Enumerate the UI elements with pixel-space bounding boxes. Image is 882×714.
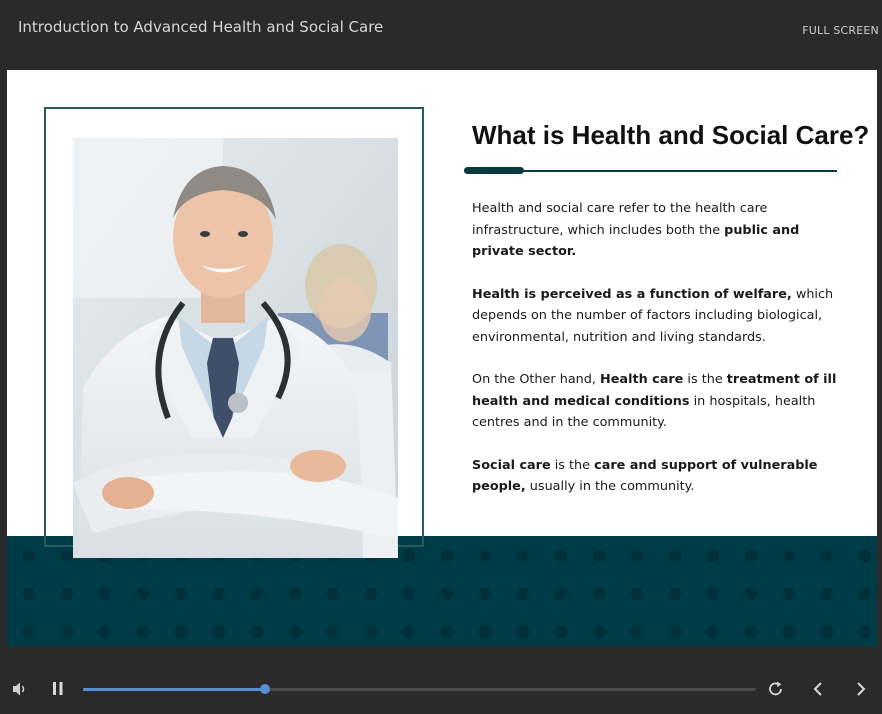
slide-title: What is Health and Social Care? [472,120,870,150]
top-bar: Introduction to Advanced Health and Soci… [0,0,882,58]
emphasis-text: Health is perceived as a function of wel… [472,286,792,302]
progress-bar[interactable] [83,684,756,694]
slide: What is Health and Social Care? Health a… [7,70,877,646]
body-text-run: is the [683,372,727,387]
emphasis-text: Health care [600,372,684,387]
pause-icon[interactable] [51,681,65,697]
body-paragraph: Health is perceived as a function of wel… [472,284,844,349]
volume-icon[interactable] [11,680,29,698]
progress-knob[interactable] [259,684,270,694]
course-title: Introduction to Advanced Health and Soci… [18,18,384,36]
emphasis-text: Social care [472,457,551,473]
chevron-right-icon[interactable] [853,680,869,698]
title-underline-accent [464,167,524,174]
replay-icon[interactable] [767,680,785,698]
body-text-run: usually in the community. [525,479,695,494]
body-paragraph: Health and social care refer to the heal… [472,198,844,263]
slide-body: Health and social care refer to the heal… [472,198,844,519]
progress-fill [83,688,265,691]
player-controls [0,664,882,714]
body-text-run: is the [550,457,595,473]
body-paragraph: Social care is the care and support of v… [472,455,844,498]
body-text-run: On the Other hand, [472,372,601,387]
chevron-left-icon[interactable] [810,680,826,698]
doctor-photo [73,138,398,558]
body-paragraph: On the Other hand, Health care is the tr… [472,369,844,434]
fullscreen-button[interactable]: FULL SCREEN [802,24,879,37]
